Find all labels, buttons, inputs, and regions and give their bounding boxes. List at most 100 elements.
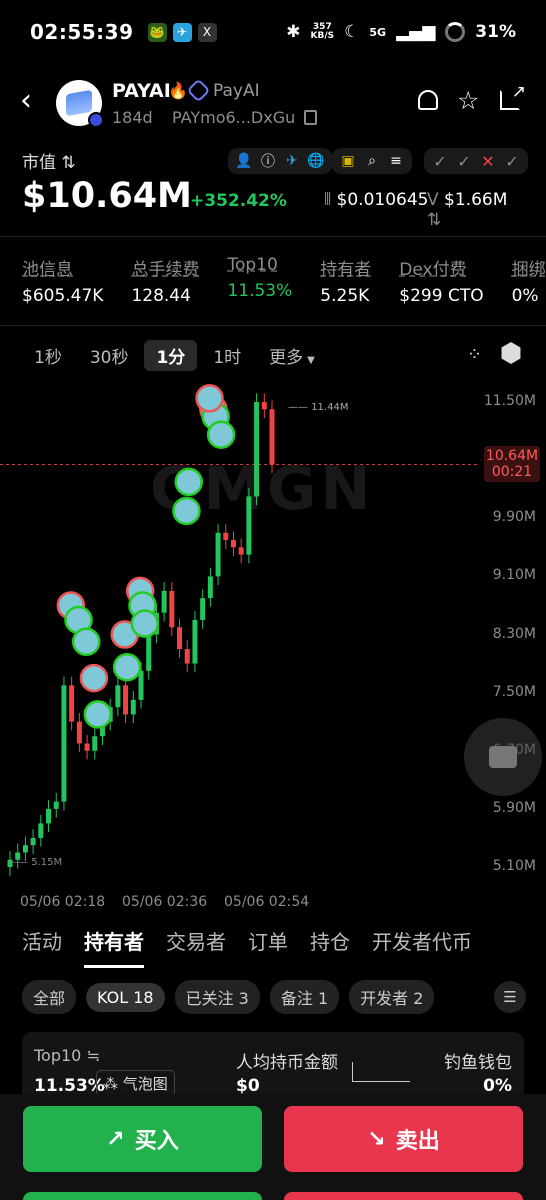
search-icon[interactable]: ⌕ [361, 150, 383, 172]
top10-value: 11.53% [34, 1076, 105, 1096]
price-change: +352.42% [190, 191, 287, 211]
stat-item[interactable]: Dex付费 $299 CTO [399, 255, 483, 306]
filter-chip[interactable]: 全部 [22, 980, 77, 1014]
divider [0, 236, 546, 237]
tab-item[interactable]: 开发者代币 [372, 926, 472, 968]
timeframe-option[interactable]: 1秒 [22, 340, 74, 371]
stat-value: 128.44 [131, 286, 191, 306]
current-price-tag: 10.64M 00:21 [484, 446, 540, 483]
bell-icon[interactable] [418, 90, 438, 110]
y-tick-label: 9.90M [492, 509, 536, 526]
timeframe-option[interactable]: 1分 [144, 339, 198, 371]
network-label: 5G [369, 25, 387, 39]
token-stats: 池信息 $605.47K 总手续费 128.44 Top10 11.53% 持有者 5.25K… [22, 255, 546, 306]
candle-body [223, 532, 229, 541]
y-tick-label: 5.90M [492, 799, 536, 816]
candle-body [146, 634, 152, 671]
candle-body [76, 721, 82, 744]
filter-chip[interactable]: KOL 18 [86, 982, 165, 1012]
buy-button[interactable]: ↗ 买入 [23, 1106, 262, 1172]
stat-item[interactable]: 池信息 $605.47K [22, 255, 103, 306]
tab-item[interactable]: 持仓 [310, 926, 350, 968]
token-header: ‹ PAYAI 🔥 PayAI 184d PAYmo6...DxGu ☆ [0, 76, 546, 136]
timeframe-option[interactable]: 30秒 [78, 340, 141, 371]
tab-item[interactable]: 交易者 [166, 926, 226, 968]
sell-button-secondary[interactable] [284, 1192, 523, 1200]
pump-badge-icon [186, 78, 211, 103]
timeframe-option[interactable]: 1时 [201, 340, 253, 371]
tab-item[interactable]: 持有者 [84, 926, 144, 968]
top10-label: Top10 ≒ [34, 1046, 100, 1065]
candle-body [177, 627, 183, 650]
sell-button[interactable]: ↘ 卖出 [284, 1106, 523, 1172]
tab-item[interactable]: 订单 [248, 926, 288, 968]
y-tick-label: 9.10M [492, 567, 536, 584]
telegram-icon: ✈ [172, 22, 192, 42]
y-tick-label: 11.50M [483, 393, 536, 409]
security-checks[interactable]: ✓ ✓ ✕ ✓ [424, 148, 528, 174]
buy-button-secondary[interactable] [23, 1192, 262, 1200]
stat-item[interactable]: Top10 11.53% [227, 255, 292, 306]
frog-app-icon: 🐸 [147, 22, 167, 42]
trader-avatar-marker [195, 384, 224, 413]
candle-body [22, 845, 28, 853]
copy-icon[interactable] [304, 110, 317, 125]
indicators-icon[interactable]: ⁘ [467, 344, 482, 365]
candle-body [192, 619, 198, 664]
candle-body [246, 496, 252, 555]
trader-avatar-marker [71, 627, 101, 657]
phishing-wallet-value: 0% [483, 1076, 512, 1096]
avg-holding-value: $0 [236, 1076, 260, 1096]
check-icon: ✓ [457, 151, 471, 171]
arrow-down-right-icon: ↘ [367, 1126, 386, 1152]
filter-chip[interactable]: 已关注 3 [174, 980, 260, 1014]
timeframe-selector: 1秒 30秒 1分 1时 更多 ▼ ⁘ [22, 339, 526, 371]
back-icon[interactable]: ‹ [20, 86, 32, 116]
status-bar: 02:55:39 🐸 ✈ X ✱ 357 KB/S ☾ 5G ▂▄▆ 31% [0, 0, 546, 64]
stat-label: 捆绑 [511, 260, 546, 280]
filter-settings-icon[interactable]: ☰ [494, 981, 526, 1013]
candle-body [30, 837, 36, 846]
price-chart[interactable]: GMGN —— 11.44M —— 5.15M 11.50M 9.90M 9.10M… [0, 372, 546, 882]
star-icon[interactable]: ☆ [457, 86, 479, 115]
avg-holding-label: 人均持币金额 [236, 1053, 338, 1073]
candle-body [115, 685, 121, 708]
candle-body [38, 823, 44, 838]
stat-value: $605.47K [22, 286, 104, 306]
trader-avatar-marker [112, 652, 142, 682]
x-icon: X [197, 22, 217, 42]
y-tick-label: 5.10M [492, 858, 536, 874]
floating-action-button[interactable] [464, 718, 542, 796]
share-icon[interactable] [500, 82, 526, 110]
list-icon[interactable]: ≡ [385, 150, 407, 172]
token-symbol: PAYAI [112, 80, 171, 102]
cross-icon: ✕ [481, 151, 495, 171]
profile-icon[interactable]: 👤 [233, 150, 255, 172]
settings-icon[interactable] [501, 342, 521, 364]
stat-item[interactable]: 总手续费 128.44 [131, 255, 199, 306]
x-tick-label: 05/06 02:54 [224, 894, 310, 910]
filter-chip[interactable]: 备注 1 [269, 980, 340, 1014]
moon-icon: ☾ [344, 22, 360, 42]
chart-max-label: —— 11.44M [288, 402, 349, 413]
bubble-map-button[interactable]: ⁂ 气泡图 [96, 1070, 175, 1097]
globe-icon[interactable]: 🌐 [305, 150, 327, 172]
warning-icon[interactable]: ⓘ [257, 150, 279, 172]
market-cap-label[interactable]: 市值 ⇅ [22, 148, 76, 173]
divider [0, 325, 546, 326]
token-address[interactable]: PAYmo6...DxGu [172, 108, 295, 127]
stat-item[interactable]: 持有者 5.25K [320, 255, 371, 306]
candle-body [230, 540, 236, 548]
candle-body [138, 670, 144, 700]
candle-body [269, 409, 275, 465]
audit-badge-icon[interactable]: ▣ [337, 150, 359, 172]
stat-item[interactable]: 捆绑 0% [512, 255, 546, 306]
candle-body [215, 532, 221, 577]
telegram-link-icon[interactable]: ✈ [281, 150, 303, 172]
chart-min-label: —— 5.15M [8, 857, 63, 868]
y-tick-label: 8.30M [492, 625, 536, 642]
volume-value[interactable]: V $1.66M ⇅ [427, 190, 526, 230]
timeframe-option[interactable]: 更多 ▼ [257, 340, 327, 371]
filter-chip[interactable]: 开发者 2 [349, 980, 435, 1014]
tab-item[interactable]: 活动 [22, 926, 62, 968]
